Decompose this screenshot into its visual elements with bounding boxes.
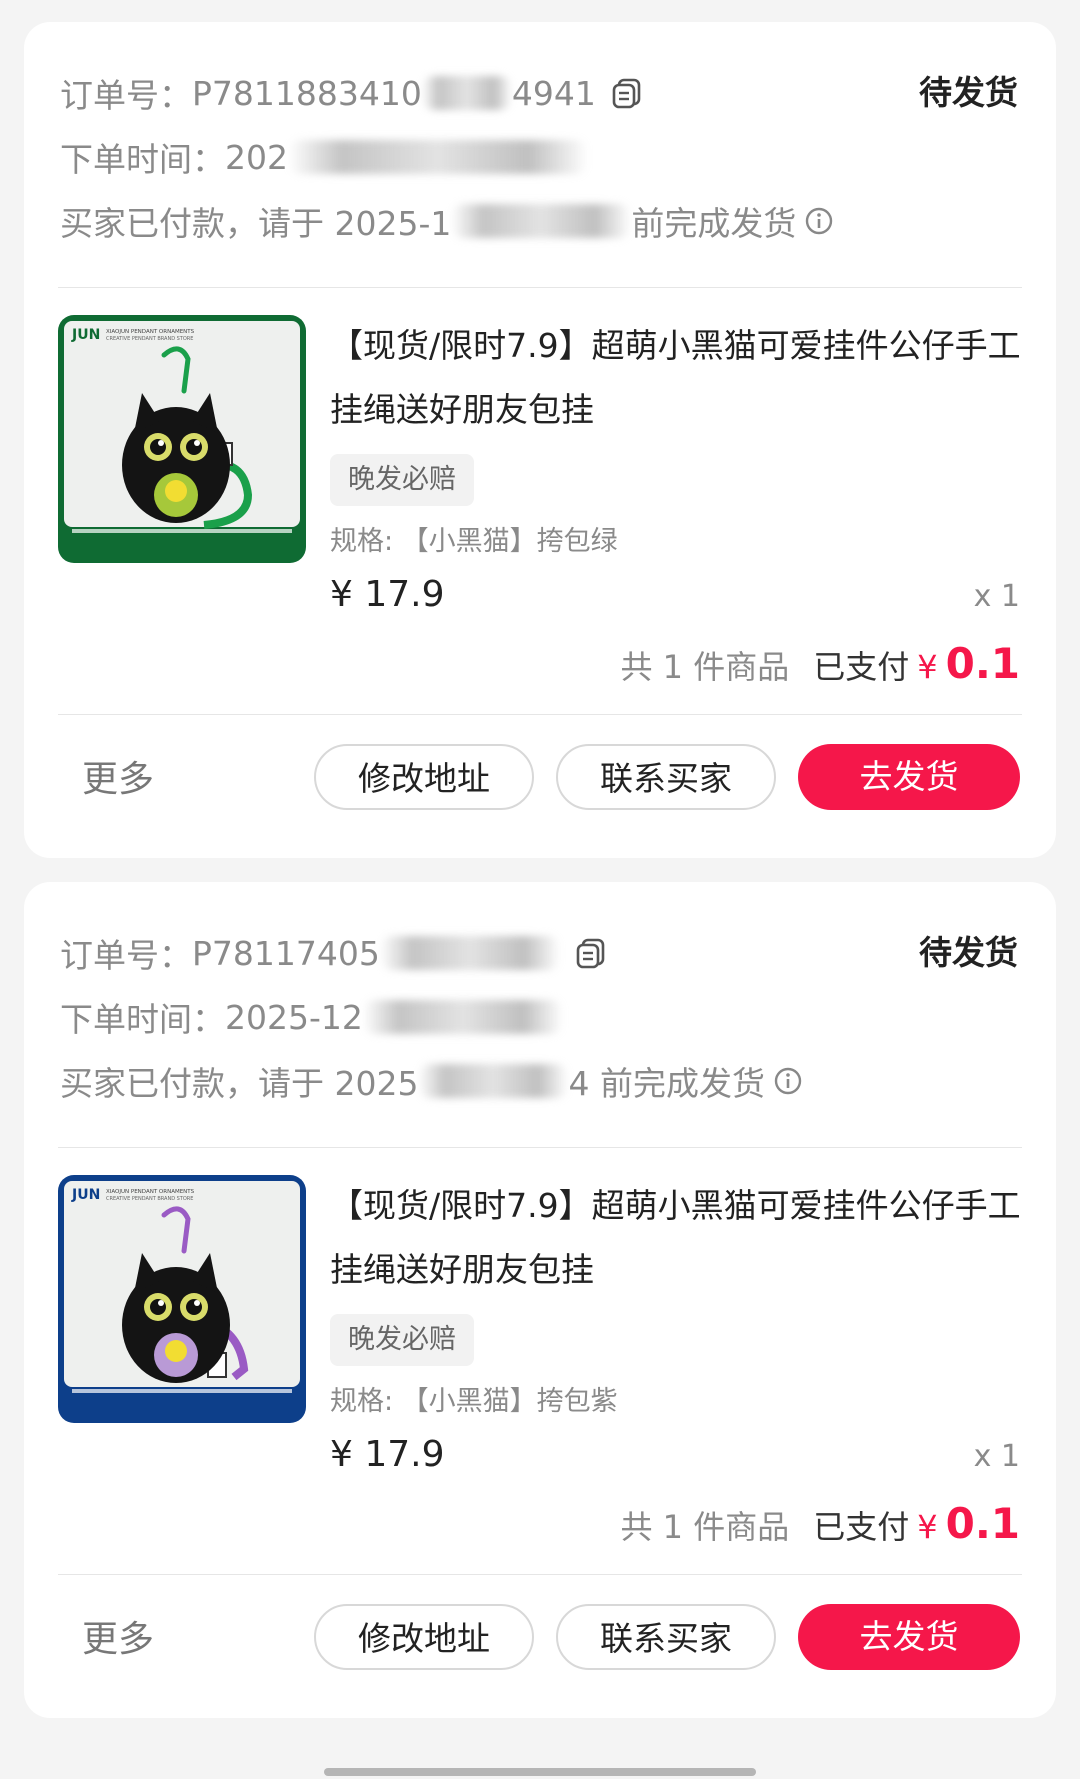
redacted-blur: [362, 1000, 563, 1034]
ship-deadline-prefix: 买家已付款，请于 2025-1: [60, 204, 452, 243]
order-summary: 共 1 件商品 已支付 ¥0.1: [621, 1494, 1021, 1554]
contact-buyer-button[interactable]: 联系买家: [556, 1604, 776, 1670]
info-icon[interactable]: [773, 1066, 803, 1096]
modify-address-button[interactable]: 修改地址: [314, 744, 534, 810]
order-status: 待发货: [919, 933, 1018, 972]
ship-deadline-suffix: 前完成发货: [631, 204, 797, 243]
redacted-blur: [451, 204, 632, 238]
svg-text:CREATIVE PENDANT BRAND STORE: CREATIVE PENDANT BRAND STORE: [106, 336, 193, 342]
order-number-tail: 4941: [511, 73, 596, 113]
ship-button[interactable]: 去发货: [798, 744, 1020, 810]
order-number-value: P7811883410: [192, 73, 422, 113]
product-quantity: x 1: [973, 1439, 1020, 1474]
product-price: ¥ 17.9: [330, 574, 445, 615]
redacted-blur: [418, 1064, 569, 1098]
product-price: ¥ 17.9: [330, 1434, 445, 1475]
ship-deadline-suffix: 4 前完成发货: [568, 1064, 765, 1103]
order-time-row: 下单时间： 202: [60, 132, 1020, 182]
order-summary: 共 1 件商品 已支付 ¥0.1: [621, 634, 1021, 694]
ship-deadline-row: 买家已付款，请于 2025-1 前完成发货: [60, 196, 1020, 246]
svg-text:XIAOJUN PENDANT ORNAMENTS: XIAOJUN PENDANT ORNAMENTS: [106, 1189, 195, 1195]
brand-logo-text: JUN: [71, 1187, 100, 1203]
info-icon[interactable]: [804, 206, 834, 236]
currency-symbol: ¥: [917, 648, 938, 686]
paid-label: 已支付: [813, 1508, 910, 1546]
product-spec: 规格: 【小黑猫】挎包绿: [330, 526, 618, 557]
late-ship-guarantee-badge: 晚发必赔: [330, 454, 474, 506]
contact-buyer-button[interactable]: 联系买家: [556, 744, 776, 810]
paid-label: 已支付: [813, 648, 910, 686]
more-button[interactable]: 更多: [82, 1610, 154, 1670]
order-time-label: 下单时间：: [60, 1000, 225, 1039]
order-status: 待发货: [919, 73, 1018, 112]
product-title[interactable]: 【现货/限时7.9】超萌小黑猫可爱挂件公仔手工挂绳送好朋友包挂: [330, 314, 1030, 442]
order-card: 订单号： P7811883410 4941 待发货 下单时间： 202 买家已付…: [24, 22, 1056, 858]
order-card: 订单号： P78117405 待发货 下单时间： 2025-12 买家已付款，请…: [24, 882, 1056, 1718]
order-number-row: 订单号： P7811883410 4941: [60, 68, 1020, 118]
product-quantity: x 1: [973, 579, 1020, 614]
order-time-value: 202: [225, 137, 288, 177]
product-thumbnail[interactable]: JUN XIAOJUN PENDANT ORNAMENTS CREATIVE P…: [58, 315, 306, 563]
currency-symbol: ¥: [917, 1508, 938, 1546]
divider: [58, 1147, 1022, 1148]
ship-button[interactable]: 去发货: [798, 1604, 1020, 1670]
order-time-label: 下单时间：: [60, 140, 225, 179]
item-count: 共 1 件商品: [620, 648, 790, 686]
brand-logo-text: JUN: [71, 327, 100, 343]
order-number-row: 订单号： P78117405: [60, 928, 1020, 978]
late-ship-guarantee-badge: 晚发必赔: [330, 1314, 474, 1366]
ship-deadline-row: 买家已付款，请于 2025 4 前完成发货: [60, 1056, 1020, 1106]
copy-icon[interactable]: [610, 76, 644, 110]
redacted-blur: [379, 936, 560, 970]
ship-deadline-prefix: 买家已付款，请于 2025: [60, 1064, 419, 1103]
product-thumbnail[interactable]: JUN XIAOJUN PENDANT ORNAMENTS CREATIVE P…: [58, 1175, 306, 1423]
redacted-blur: [421, 76, 512, 110]
redacted-blur: [288, 140, 588, 174]
order-number-label: 订单号：: [60, 936, 192, 975]
paid-amount: 0.1: [945, 639, 1020, 688]
divider: [58, 1574, 1022, 1575]
product-spec: 规格: 【小黑猫】挎包紫: [330, 1386, 618, 1417]
more-button[interactable]: 更多: [82, 750, 154, 810]
divider: [58, 287, 1022, 288]
order-time-row: 下单时间： 2025-12: [60, 992, 1020, 1042]
product-title[interactable]: 【现货/限时7.9】超萌小黑猫可爱挂件公仔手工挂绳送好朋友包挂: [330, 1174, 1030, 1302]
divider: [58, 714, 1022, 715]
paid-amount: 0.1: [945, 1499, 1020, 1548]
order-number-value: P78117405: [192, 933, 380, 973]
home-indicator[interactable]: [324, 1768, 756, 1776]
item-count: 共 1 件商品: [620, 1508, 790, 1546]
copy-icon[interactable]: [574, 936, 608, 970]
order-number-label: 订单号：: [60, 76, 192, 115]
svg-text:CREATIVE PENDANT BRAND STORE: CREATIVE PENDANT BRAND STORE: [106, 1196, 193, 1202]
order-time-value: 2025-12: [225, 997, 363, 1037]
svg-text:XIAOJUN PENDANT ORNAMENTS: XIAOJUN PENDANT ORNAMENTS: [106, 329, 195, 335]
modify-address-button[interactable]: 修改地址: [314, 1604, 534, 1670]
